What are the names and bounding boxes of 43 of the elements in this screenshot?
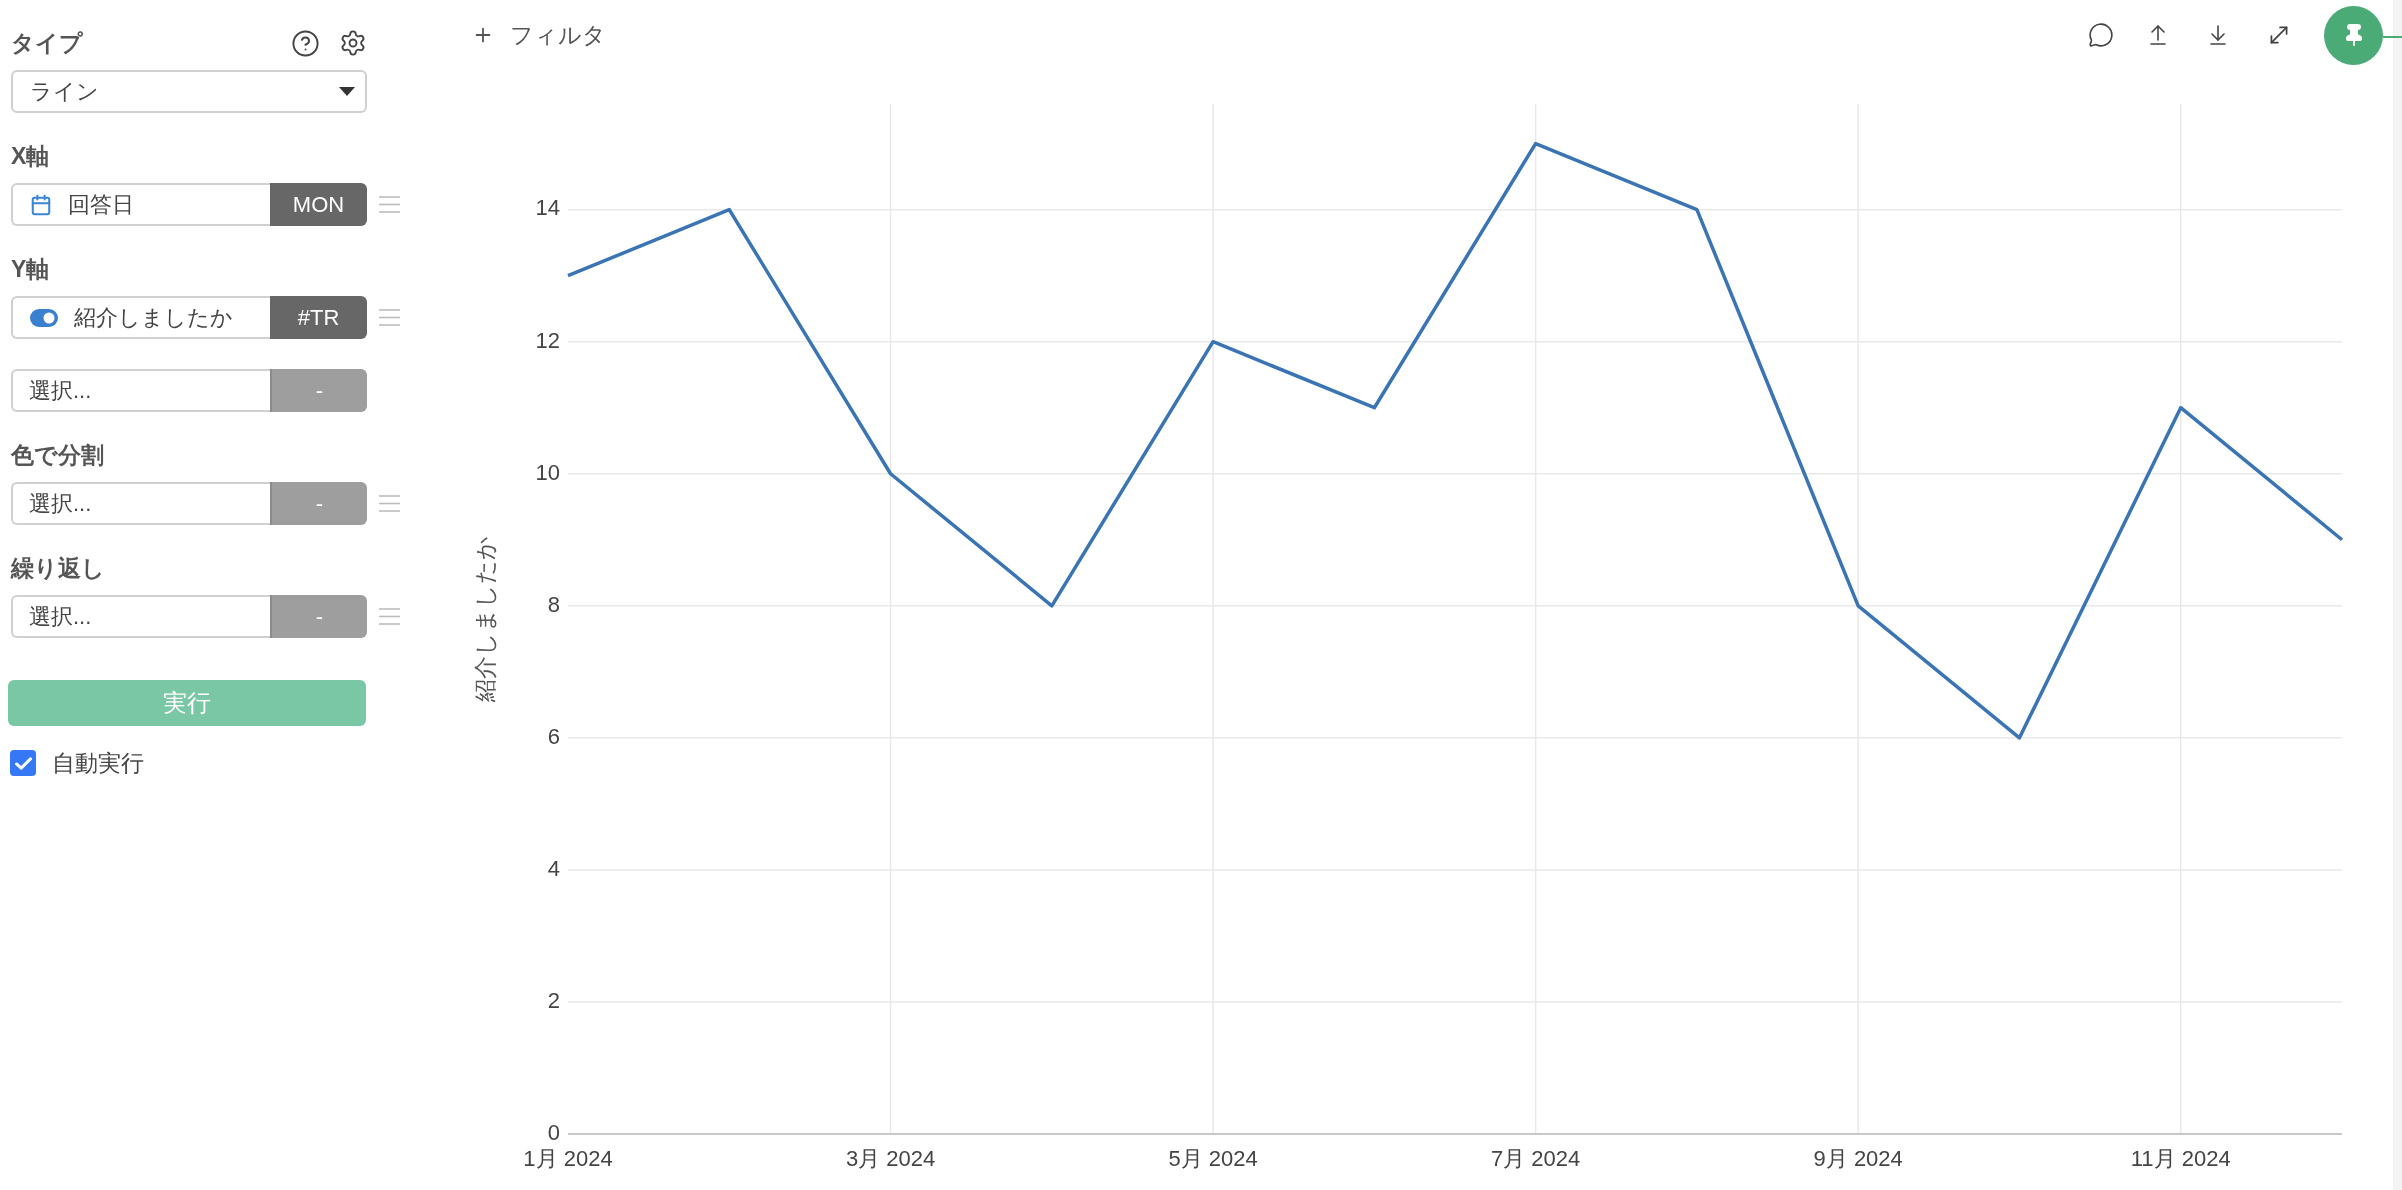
column-select[interactable]: 回答日 (11, 183, 270, 226)
y-tick-label: 0 (547, 1119, 560, 1145)
y-axis-label: 紹介しましたか (472, 536, 499, 702)
y-tick-label: 12 (535, 327, 560, 353)
y-tick-label: 4 (547, 855, 560, 881)
settings-icon[interactable] (339, 29, 367, 57)
add-filter-button[interactable]: フィルタ (472, 17, 606, 53)
y-tick-label: 6 (547, 723, 560, 749)
toggle-icon (30, 308, 58, 327)
section-label: 色で分割 (11, 441, 104, 470)
y-tick-label: 10 (535, 459, 560, 485)
chart-type-select[interactable]: ライン (11, 70, 367, 113)
y-tick-label: 14 (535, 195, 560, 221)
drag-handle-icon[interactable] (379, 608, 400, 625)
auto-run-label[interactable]: 自動実行 (52, 746, 144, 781)
calendar-icon (30, 193, 52, 216)
x-tick-label: 7月 2024 (1491, 1145, 1581, 1171)
connector-line (2383, 36, 2402, 38)
column-select[interactable]: 選択... (11, 482, 270, 525)
section-label: 繰り返し (11, 554, 105, 583)
x-tick-label: 3月 2024 (845, 1145, 936, 1171)
y-tick-label: 2 (547, 987, 560, 1013)
x-tick-label: 5月 2024 (1168, 1145, 1258, 1171)
x-tick-label: 11月 2024 (2130, 1145, 2231, 1171)
column-select[interactable]: 紹介しましたか (11, 296, 270, 339)
drag-handle-icon[interactable] (379, 196, 400, 213)
section-label: タイプ (11, 28, 83, 58)
y-tick-label: 8 (547, 591, 560, 617)
auto-run-checkbox[interactable] (10, 750, 36, 777)
help-icon[interactable] (291, 28, 320, 58)
aggregation-button[interactable]: #TR (270, 296, 367, 339)
section-label: X軸 (11, 142, 50, 171)
check-icon (14, 756, 32, 770)
comment-icon[interactable] (2088, 22, 2114, 48)
drag-handle-icon[interactable] (379, 495, 400, 512)
x-tick-label: 9月 2024 (1813, 1145, 1903, 1171)
column-select[interactable]: 選択... (11, 595, 270, 638)
column-select[interactable]: 選択... (11, 369, 270, 412)
caret-icon (339, 87, 355, 96)
aggregation-button[interactable]: MON (270, 183, 367, 226)
section-label: Y軸 (11, 255, 50, 284)
x-tick-label: 1月 2024 (523, 1145, 613, 1171)
drag-handle-icon[interactable] (379, 309, 400, 326)
